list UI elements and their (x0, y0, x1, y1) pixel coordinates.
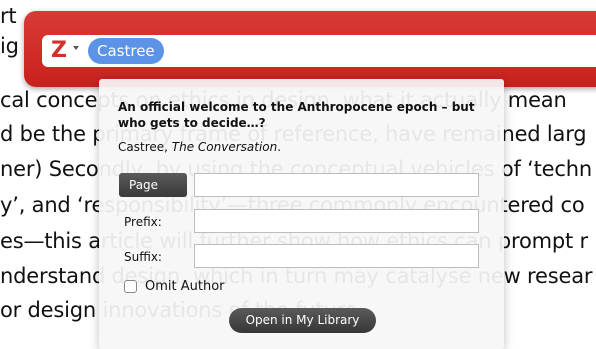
item-author: Castree, (118, 140, 172, 154)
citation-token[interactable]: Castree (88, 38, 164, 64)
zotero-logo-icon[interactable]: Z (51, 40, 73, 62)
suffix-input[interactable] (194, 244, 479, 268)
chevron-down-icon[interactable] (73, 46, 79, 50)
prefix-input[interactable] (194, 209, 479, 233)
prefix-label: Prefix: (124, 215, 162, 229)
item-citation: Castree, The Conversation. (118, 140, 281, 154)
locator-type-button[interactable]: Page (119, 173, 187, 197)
document-line: rt (0, 4, 17, 28)
document-line: ig (0, 34, 19, 58)
omit-author-checkbox[interactable] (124, 280, 137, 293)
locator-input[interactable] (194, 173, 479, 197)
open-in-library-button[interactable]: Open in My Library (229, 308, 376, 333)
item-publication: The Conversation (171, 140, 278, 154)
item-citation-suffix: . (277, 140, 282, 154)
suffix-label: Suffix: (124, 250, 162, 264)
omit-author-label[interactable]: Omit Author (145, 279, 225, 294)
item-title: An official welcome to the Anthropocene … (118, 100, 475, 130)
